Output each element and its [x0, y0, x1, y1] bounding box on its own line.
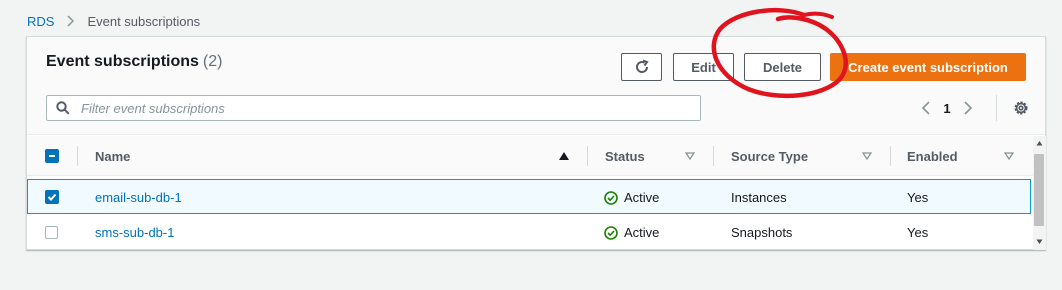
source-type-cell: Instances [731, 190, 787, 205]
scroll-up-icon[interactable] [1036, 140, 1043, 147]
column-header-status[interactable]: Status [605, 136, 645, 176]
column-separator [890, 146, 891, 166]
column-separator [587, 146, 588, 166]
status-text: Active [624, 190, 660, 205]
row-checkbox[interactable] [45, 190, 59, 204]
column-separator [713, 146, 714, 166]
create-event-subscription-button[interactable]: Create event subscription [830, 53, 1026, 81]
breadcrumb-rds-link[interactable]: RDS [27, 14, 54, 29]
sort-ascending-icon[interactable] [558, 150, 570, 162]
vertical-scrollbar[interactable] [1033, 136, 1046, 250]
column-header-enabled[interactable]: Enabled [907, 136, 958, 176]
page-title-text: Event subscriptions [46, 53, 199, 70]
search-field[interactable] [46, 95, 701, 121]
search-icon [56, 101, 70, 115]
status-cell: Active [604, 215, 659, 250]
scroll-down-icon[interactable] [1036, 238, 1043, 245]
sort-icon[interactable] [1003, 150, 1015, 162]
row-checkbox[interactable] [45, 226, 58, 239]
chevron-left-icon[interactable] [915, 97, 937, 119]
table-row[interactable]: sms-sub-db-1 Active Snapshots Yes [27, 215, 1033, 250]
refresh-icon [635, 59, 649, 73]
gear-icon [1014, 101, 1028, 115]
divider [996, 95, 997, 121]
column-header-source-type[interactable]: Source Type [731, 136, 808, 176]
search-input[interactable] [79, 97, 700, 119]
sort-icon[interactable] [861, 150, 873, 162]
delete-button[interactable]: Delete [744, 53, 821, 81]
breadcrumb: RDS Event subscriptions [27, 13, 200, 29]
current-page[interactable]: 1 [937, 101, 957, 116]
source-type-cell: Snapshots [731, 225, 793, 240]
subscription-name-link[interactable]: email-sub-db-1 [95, 180, 182, 215]
chevron-right-icon [67, 15, 75, 27]
status-text: Active [624, 225, 660, 240]
table-row[interactable]: email-sub-db-1 Active Instances Yes [27, 179, 1031, 214]
event-subscriptions-panel: Event subscriptions (2) Edit Delete Creat… [26, 36, 1046, 250]
preferences-button[interactable] [1010, 97, 1032, 119]
sort-icon[interactable] [684, 150, 696, 162]
breadcrumb-current: Event subscriptions [87, 13, 201, 29]
edit-button[interactable]: Edit [673, 53, 734, 81]
column-separator [77, 146, 78, 166]
table-header: Name Status Source Type Enabled [27, 136, 1033, 176]
column-header-name[interactable]: Name [95, 136, 130, 176]
pagination: 1 [915, 97, 979, 119]
refresh-button[interactable] [621, 53, 662, 81]
item-count: (2) [202, 53, 223, 70]
status-success-icon [604, 190, 618, 205]
page-title: Event subscriptions (2) [46, 53, 222, 71]
enabled-cell: Yes [907, 225, 929, 240]
status-cell: Active [604, 180, 659, 215]
panel-header: Event subscriptions (2) Edit Delete Creat… [27, 37, 1045, 135]
chevron-right-icon[interactable] [957, 97, 979, 119]
scrollbar-thumb[interactable] [1034, 154, 1044, 226]
enabled-cell: Yes [907, 190, 929, 205]
select-all-checkbox[interactable] [45, 149, 59, 163]
status-success-icon [604, 225, 618, 240]
subscription-name-link[interactable]: sms-sub-db-1 [95, 215, 174, 250]
